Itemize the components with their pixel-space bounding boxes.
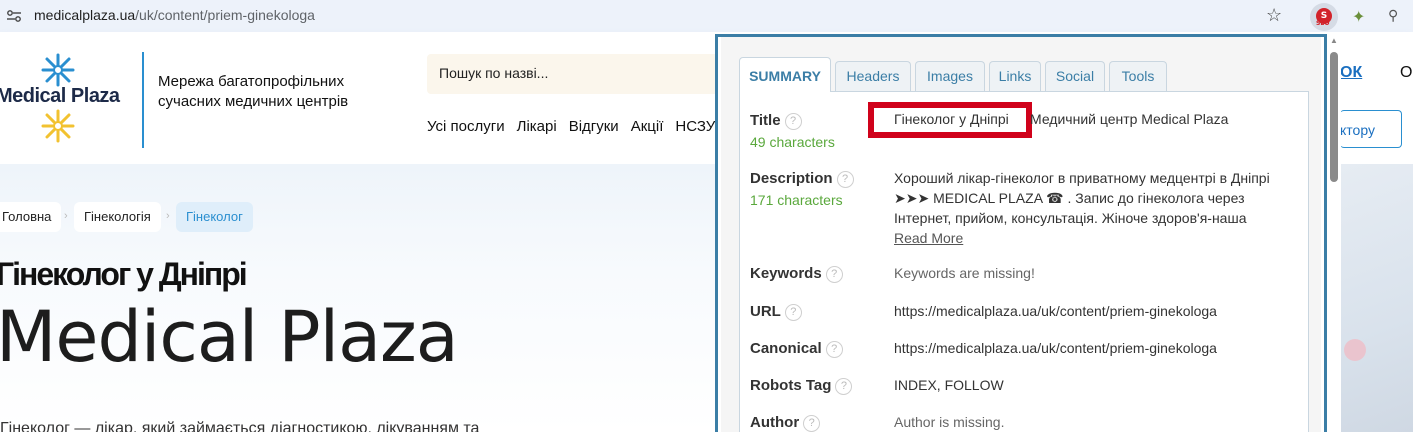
seo-extension-label: SEO [1316, 20, 1330, 27]
doctor-appointment-button[interactable]: ктору [1340, 110, 1402, 148]
tab-images[interactable]: Images [915, 61, 985, 91]
title-char-count: 49 characters [750, 134, 835, 150]
header-link-partial[interactable]: ОК [1340, 64, 1362, 82]
breadcrumb-current: Гінеколог [176, 202, 253, 232]
search-extension-icon[interactable]: ⚲ [1388, 7, 1398, 24]
page-intro-text: Гінеколог — лікар, який займається діагн… [0, 420, 480, 432]
site-logo[interactable]: Medical Plaza [0, 50, 140, 150]
description-label: Description [750, 170, 833, 187]
breadcrumb-separator: › [64, 210, 68, 222]
author-label: Author [750, 414, 800, 431]
breadcrumb-separator: › [166, 210, 170, 222]
logo-text: Medical Plaza [0, 85, 120, 107]
site-search-input[interactable]: Пошук по назві... [427, 54, 727, 94]
title-row-label: Title? [750, 112, 802, 130]
help-icon[interactable]: ? [784, 303, 802, 321]
help-icon[interactable]: ? [836, 170, 854, 188]
read-more-link[interactable]: Read More [894, 230, 963, 246]
nav-item-nszu[interactable]: НСЗУ [675, 118, 715, 135]
description-char-count: 171 characters [750, 192, 843, 208]
logo-divider [142, 52, 144, 148]
title-value-rest: Медичний центр Medical Plaza [1030, 111, 1229, 127]
tab-headers[interactable]: Headers [835, 61, 911, 91]
site-settings-icon[interactable] [6, 9, 22, 23]
keywords-value: Keywords are missing! [894, 265, 1035, 281]
help-icon[interactable]: ? [825, 265, 843, 283]
canonical-row-label: Canonical? [750, 340, 843, 358]
nav-item-doctors[interactable]: Лікарі [517, 118, 557, 135]
scroll-up-icon[interactable]: ▲ [1330, 36, 1338, 45]
tab-links[interactable]: Links [989, 61, 1041, 91]
title-label: Title [750, 112, 781, 129]
help-icon[interactable]: ? [835, 377, 853, 395]
address-bar[interactable]: medicalplaza.ua/uk/content/priem-ginekol… [0, 0, 1298, 32]
canonical-label: Canonical [750, 340, 822, 357]
page-title-line2: Medical Plaza [0, 296, 459, 378]
keywords-row-label: Keywords? [750, 265, 843, 283]
robots-value: INDEX, FOLLOW [894, 377, 1004, 393]
header-text-partial[interactable]: О [1400, 64, 1412, 82]
keywords-label: Keywords [750, 265, 822, 282]
summary-panel: Title? 49 characters Гінеколог у Дніпрі … [739, 91, 1309, 432]
url-label: URL [750, 303, 781, 320]
snowflake-yellow-icon [41, 109, 75, 143]
nav-item-reviews[interactable]: Відгуки [569, 118, 619, 135]
breadcrumb-gynecology[interactable]: Гінекологія [74, 202, 161, 232]
scrollbar-thumb[interactable] [1330, 52, 1338, 182]
popup-scrollbar[interactable]: ▲ [1327, 34, 1341, 432]
seo-popup-body: SUMMARY Headers Images Links Social Tool… [721, 37, 1321, 432]
robots-label: Robots Tag [750, 377, 832, 394]
url-value[interactable]: https://medicalplaza.ua/uk/content/priem… [894, 301, 1217, 321]
help-icon[interactable]: ? [825, 340, 843, 358]
url-host: medicalplaza.ua [34, 7, 136, 23]
doctor-appointment-label: ктору [1340, 122, 1375, 138]
seo-extension-popup: SUMMARY Headers Images Links Social Tool… [715, 34, 1327, 432]
nav-item-services[interactable]: Усі послуги [427, 118, 505, 135]
browser-toolbar: medicalplaza.ua/uk/content/priem-ginekol… [0, 0, 1413, 32]
hero-image-detail [1344, 339, 1366, 361]
description-row-label: Description? [750, 170, 854, 188]
author-row-label: Author? [750, 414, 821, 432]
main-nav: Усі послуги Лікарі Відгуки Акції НСЗУ [427, 118, 727, 135]
url-text[interactable]: medicalplaza.ua/uk/content/priem-ginekol… [34, 7, 315, 23]
hero-image [1340, 164, 1413, 432]
help-icon[interactable]: ? [784, 112, 802, 130]
star-icon[interactable]: ☆ [1266, 6, 1282, 24]
author-value: Author is missing. [894, 414, 1005, 430]
nav-item-promos[interactable]: Акції [631, 118, 664, 135]
puzzle-extension-icon[interactable]: ✦ [1352, 7, 1365, 27]
url-row-label: URL? [750, 303, 802, 321]
canonical-value[interactable]: https://medicalplaza.ua/uk/content/priem… [894, 338, 1217, 358]
description-text: Хороший лікар-гінеколог в приватному мед… [894, 170, 1270, 226]
breadcrumb-home[interactable]: Головна [0, 202, 62, 232]
tab-social[interactable]: Social [1045, 61, 1105, 91]
tab-tools[interactable]: Tools [1109, 61, 1167, 91]
page-title-line1: Гінеколог у Дніпрі [0, 256, 248, 292]
description-value: Хороший лікар-гінеколог в приватному мед… [894, 168, 1304, 248]
snowflake-blue-icon [41, 53, 75, 87]
search-placeholder: Пошук по назві... [439, 65, 549, 81]
seo-extension-icon[interactable]: S SEO [1310, 3, 1338, 31]
help-icon[interactable]: ? [803, 414, 821, 432]
url-path: /uk/content/priem-ginekologa [135, 7, 315, 23]
title-highlighted-value: Гінеколог у Дніпрі [894, 111, 1009, 127]
tab-summary[interactable]: SUMMARY [739, 57, 831, 92]
robots-row-label: Robots Tag? [750, 377, 853, 395]
site-tagline: Мережа багатопрофільних сучасних медични… [158, 73, 349, 110]
